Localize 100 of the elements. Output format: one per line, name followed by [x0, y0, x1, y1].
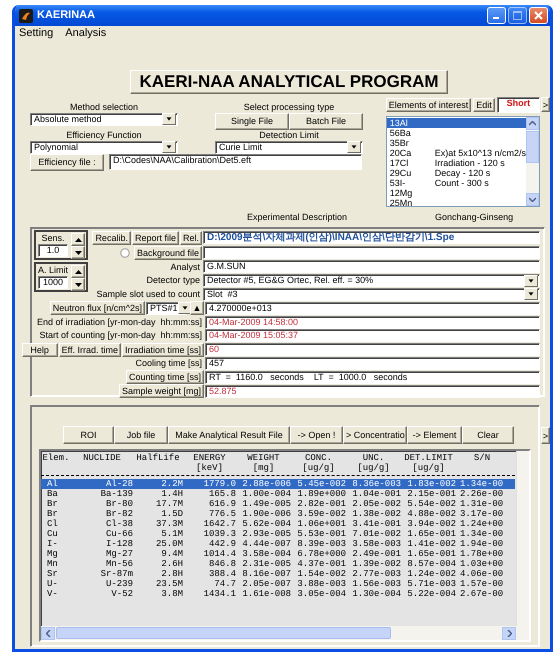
processing-button[interactable]: Batch File: [289, 112, 363, 130]
method-dropdown[interactable]: Absolute method: [30, 112, 178, 126]
field-label: Cooling time [ss]: [135, 358, 202, 369]
list-item[interactable]: 13Al: [386, 118, 526, 128]
extra-button[interactable]: Help: [22, 342, 58, 357]
maximize-button[interactable]: [508, 7, 527, 24]
spectrum-button[interactable]: Recalib.: [92, 230, 131, 244]
table-cell-text: 3.94e-002: [406, 519, 456, 529]
table-cell-text: Mn: [46, 559, 59, 569]
table-cell-text: 3.41e-001: [351, 519, 401, 529]
list-item[interactable]: 53I- Count - 300 s: [386, 178, 526, 188]
field-button[interactable]: Counting time [ss]: [126, 370, 204, 384]
close-button[interactable]: [529, 7, 548, 24]
table-cell-text: 1779.0: [202, 479, 236, 489]
value-field[interactable]: 52.875: [205, 384, 540, 398]
spectrum-path-field[interactable]: D:\2009분석\자체과제(인삼)\INAA\인삼\단반감기\1.Spe: [203, 231, 540, 244]
field-button[interactable]: Sample weight [mg]: [118, 384, 204, 398]
column-header[interactable]: NUCLIDE: [71, 453, 133, 473]
more-button[interactable]: >: [541, 97, 550, 112]
spin-up-button[interactable]: [71, 265, 85, 278]
table-row[interactable]: I- I-128 25.0M 442.9 4.44e-007 8.39e-003 3.58e-003 1.41e-002 1.94e-00: [41, 539, 515, 549]
efficiency-dropdown[interactable]: Polynomial: [30, 140, 178, 154]
menu-item[interactable]: Setting: [19, 27, 54, 40]
list-item[interactable]: 29Cu Decay - 120 s: [386, 168, 526, 178]
table-cell-text: 3.8M: [160, 589, 183, 599]
table-cell-text: V-: [46, 589, 59, 599]
scrollbar[interactable]: [41, 626, 529, 640]
value-field[interactable]: 60: [205, 343, 540, 356]
table-cell-text: 17.7M: [154, 499, 183, 509]
result-button[interactable]: -> Open !: [290, 426, 343, 444]
background-file-button[interactable]: Background file: [134, 246, 202, 260]
efficiency-file-button[interactable]: Efficiency file :: [30, 154, 104, 171]
spectrum-button[interactable]: Rel.: [180, 230, 202, 244]
column-header[interactable]: CONC. [ug/g]: [291, 453, 346, 473]
list-item[interactable]: 25Mn: [386, 198, 526, 206]
column-header[interactable]: S/N: [456, 453, 508, 473]
result-button[interactable]: Make Analytical Result File: [168, 426, 290, 444]
menu-item[interactable]: Analysis: [65, 27, 106, 40]
value-dropdown[interactable]: Detector #5, EG&G Ortec, Rel. eff. = 30%: [203, 274, 540, 288]
minimize-button[interactable]: [487, 7, 506, 24]
value-field[interactable]: 457: [205, 356, 540, 370]
column-header[interactable]: ENERGY [keV]: [183, 453, 236, 473]
table-cell-text: 1.90e-006: [241, 509, 291, 519]
table-row[interactable]: Mg Mg-27 9.4M 1014.4 3.58e-004 6.78e+000 2.49e-001 1.65e-001 1.78e+00: [41, 549, 515, 559]
field-button[interactable]: Neutron flux [n/cm^2s]: [50, 301, 145, 316]
maximize-icon: [513, 11, 522, 20]
table-row[interactable]: U- U-239 23.5M 74.7 2.05e-007 3.88e-003 1.56e-003 5.71e-003 1.57e-00: [41, 579, 515, 589]
scrollbar[interactable]: [526, 117, 539, 206]
value-field[interactable]: 04-Mar-2009 14:58:00: [205, 316, 540, 329]
efficiency-file-field[interactable]: D:\Codes\NAA\Calibration\Det5.eft: [109, 154, 362, 170]
table-row[interactable]: Cl Cl-38 37.3M 1642.7 5.62e-004 1.06e+001 3.41e-001 3.94e-002 1.24e+00: [41, 519, 515, 529]
result-button[interactable]: -> Element: [407, 426, 462, 444]
list-item[interactable]: 20Ca Ex)at 5x10^13 n/cm2/s: [386, 148, 526, 158]
radio-button[interactable]: [120, 248, 130, 258]
table-row[interactable]: Al Al-28 2.2M 1779.0 2.88e-006 5.45e-002 8.36e-003 1.83e-002 1.34e-00: [41, 479, 515, 489]
table-row[interactable]: Mn Mn-56 2.6H 846.8 2.31e-005 4.37e-001 1.39e-002 8.57e-004 1.03e+00: [41, 559, 515, 569]
column-header[interactable]: HalfLife: [133, 453, 183, 473]
table-row[interactable]: Cu Cu-66 5.1M 1039.3 2.93e-005 5.53e-001 7.01e-002 1.65e-001 1.34e-00: [41, 529, 515, 539]
table-row[interactable]: V- V-52 3.8M 1434.1 1.61e-008 3.05e-004 1.30e-004 5.22e-004 2.67e-00: [41, 589, 515, 599]
value-dropdown[interactable]: Slot #3: [203, 288, 540, 301]
result-button[interactable]: > Concentratio: [343, 426, 407, 444]
spectrum-button[interactable]: Report file: [132, 230, 179, 244]
table-row[interactable]: Br Br-80 17.7M 616.9 1.49e-005 2.82e-001 2.05e-002 5.54e-002 1.31e-00: [41, 499, 515, 509]
list-item[interactable]: 17Cl Irradiation - 120 s: [386, 158, 526, 168]
spinner-field[interactable]: 1000: [38, 276, 68, 289]
list-item[interactable]: 12Mg: [386, 188, 526, 198]
table-cell-text: Sr-87m: [100, 569, 133, 579]
more-button[interactable]: >: [541, 427, 550, 444]
arrow-button[interactable]: ▲: [190, 301, 204, 316]
column-header[interactable]: UNC. [ug/g]: [346, 453, 401, 473]
column-header[interactable]: WEIGHT [mg]: [236, 453, 291, 473]
column-header[interactable]: Elem.: [41, 453, 71, 473]
field-button[interactable]: Irradiation time [ss]: [122, 342, 204, 357]
extra-button[interactable]: Eff. Irrad. time: [58, 342, 121, 357]
down-arrow-icon: [74, 282, 82, 286]
table-row[interactable]: Br Br-82 1.5D 776.5 1.90e-006 3.59e-002 1.38e-002 4.88e-002 3.17e-00: [41, 509, 515, 519]
table-row[interactable]: Ba Ba-139 1.4H 165.8 1.00e-004 1.89e+000 1.04e-001 2.15e-001 2.26e-00: [41, 489, 515, 499]
result-button[interactable]: Clear: [462, 426, 514, 444]
list-item[interactable]: 56Ba: [386, 128, 526, 138]
column-header[interactable]: DET.LIMIT [ug/g]: [401, 453, 456, 473]
detection-limit-dropdown[interactable]: Curie Limit: [215, 140, 363, 154]
spinner-field[interactable]: 1.0: [38, 244, 68, 257]
processing-button[interactable]: Single File: [215, 112, 289, 130]
elements-button[interactable]: Elements of interest: [386, 98, 472, 112]
scrollbar[interactable]: [516, 451, 529, 626]
result-button[interactable]: ROI: [63, 426, 114, 444]
value-field[interactable]: 4.270000e+013: [205, 302, 540, 315]
section-label: Experimental Description: [247, 212, 348, 224]
caret-icon: [162, 113, 176, 126]
table-row[interactable]: Sr Sr-87m 2.8H 388.4 8.16e-007 1.54e-002 2.77e-003 1.24e-002 4.06e-00: [41, 569, 515, 579]
spin-up-button[interactable]: [71, 233, 85, 246]
list-item[interactable]: 35Br: [386, 138, 526, 148]
value-field[interactable]: G.M.SUN: [203, 260, 540, 274]
spin-down-button[interactable]: [71, 278, 85, 291]
value-field[interactable]: RT = 1160.0 seconds LT = 1000.0 seconds: [205, 370, 540, 384]
elements-button[interactable]: Edit: [473, 98, 495, 112]
table-cell-text: 3.59e-002: [296, 509, 346, 519]
value-field[interactable]: 04-Mar-2009 15:05:37: [205, 329, 540, 342]
result-button[interactable]: Job file: [114, 426, 168, 444]
spin-down-button[interactable]: [71, 246, 85, 259]
